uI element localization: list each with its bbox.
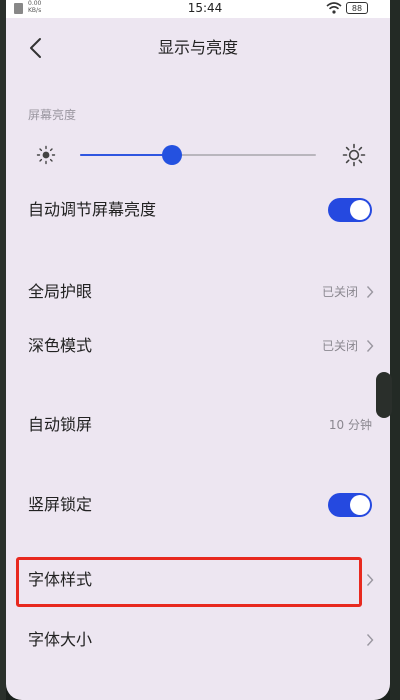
portrait-lock-toggle[interactable] <box>328 493 372 517</box>
wifi-icon <box>326 2 342 14</box>
auto-lock-row[interactable]: 自动锁屏 10 分钟 <box>6 405 390 445</box>
auto-brightness-row[interactable]: 自动调节屏幕亮度 <box>6 190 390 230</box>
status-bar: 0.00 KB/s 15:44 88 <box>6 0 390 18</box>
net-speed-value: 0.00 <box>28 0 42 7</box>
net-speed: 0.00 KB/s <box>28 0 41 14</box>
net-speed-unit: KB/s <box>28 7 42 14</box>
auto-lock-value: 10 分钟 <box>328 418 372 432</box>
auto-brightness-toggle[interactable] <box>328 198 372 222</box>
sim-icon <box>14 3 23 14</box>
sun-small-icon <box>36 145 56 165</box>
brightness-section-label: 屏幕亮度 <box>28 108 77 122</box>
eye-protection-label: 全局护眼 <box>28 282 93 301</box>
chevron-right-icon <box>366 286 374 298</box>
sun-large-icon <box>342 143 366 167</box>
highlight-box <box>16 557 362 607</box>
chevron-right-icon <box>366 340 374 352</box>
header: 显示与亮度 <box>6 28 390 68</box>
brightness-thumb[interactable] <box>162 145 183 165</box>
font-size-label: 字体大小 <box>28 630 93 649</box>
portrait-lock-label: 竖屏锁定 <box>28 495 93 514</box>
toggle-knob <box>350 200 370 220</box>
page-title: 显示与亮度 <box>157 38 238 57</box>
dark-mode-row[interactable]: 深色模式 已关闭 <box>6 326 390 366</box>
settings-screen: 0.00 KB/s 15:44 88 显示与亮度 屏幕亮度 自动调节屏幕亮度 全… <box>6 0 390 700</box>
toggle-knob <box>350 495 370 515</box>
brightness-fill <box>80 154 173 156</box>
auto-lock-label: 自动锁屏 <box>28 415 93 434</box>
chevron-right-icon <box>366 634 374 646</box>
chevron-right-icon <box>366 574 374 586</box>
eye-protection-row[interactable]: 全局护眼 已关闭 <box>6 272 390 312</box>
auto-brightness-label: 自动调节屏幕亮度 <box>28 200 157 219</box>
side-button <box>376 372 392 418</box>
dark-mode-value: 已关闭 <box>321 339 358 353</box>
dark-mode-label: 深色模式 <box>28 336 93 355</box>
portrait-lock-row[interactable]: 竖屏锁定 <box>6 485 390 525</box>
phone-bezel-right <box>390 0 400 700</box>
brightness-track[interactable] <box>80 145 316 165</box>
status-time: 15:44 <box>187 1 223 15</box>
battery-icon: 88 <box>346 2 368 14</box>
font-size-row[interactable]: 字体大小 <box>6 620 390 660</box>
brightness-slider[interactable] <box>36 140 366 170</box>
eye-protection-value: 已关闭 <box>321 285 358 299</box>
